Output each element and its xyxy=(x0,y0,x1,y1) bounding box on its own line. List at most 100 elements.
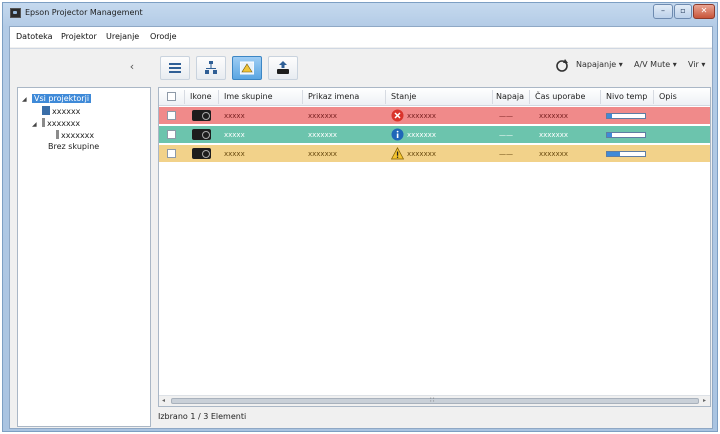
collapse-panel-button[interactable]: ‹ xyxy=(122,60,142,74)
column-separator xyxy=(218,90,219,104)
menu-divider xyxy=(10,48,712,49)
projector-icon xyxy=(192,148,211,159)
projector-icon xyxy=(192,129,211,140)
scroll-grip-icon: ∷ xyxy=(430,396,435,404)
cell-display-name: xxxxxxx xyxy=(308,131,337,139)
column-header-prikaz-imena[interactable]: Prikaz imena xyxy=(308,92,359,101)
cell-power: —— xyxy=(499,150,513,158)
cell-display-name: xxxxxxx xyxy=(308,150,337,158)
warning-icon xyxy=(391,147,404,160)
menu-urejanje[interactable]: Urejanje xyxy=(106,32,139,41)
row-checkbox[interactable] xyxy=(167,111,176,120)
minimize-button[interactable]: – xyxy=(653,4,673,19)
minimize-icon: – xyxy=(661,6,665,15)
warning-view-icon xyxy=(240,61,254,75)
maximize-icon: ▫ xyxy=(680,6,686,15)
column-header-ime-skupine[interactable]: Ime skupine xyxy=(224,92,273,101)
tree-item-label: xxxxxxx xyxy=(47,119,81,128)
power-dropdown[interactable]: Napajanje ▾ xyxy=(576,60,623,69)
maximize-button[interactable]: ▫ xyxy=(674,4,692,19)
table-row[interactable]: xxxxx xxxxxxx xxxxxxx —— xxxxxxx xyxy=(159,107,710,125)
temperature-level-bar xyxy=(606,113,646,119)
column-separator xyxy=(302,90,303,104)
temperature-level-bar xyxy=(606,132,646,138)
column-separator xyxy=(385,90,386,104)
cell-power: —— xyxy=(499,112,513,120)
projector-group-icon xyxy=(42,118,45,127)
tree-item-label: Brez skupine xyxy=(48,142,100,151)
tree-item-all-projectors[interactable]: ◢ Vsi projektorji xyxy=(22,94,92,106)
group-icon xyxy=(42,106,50,115)
temperature-level-fill xyxy=(607,133,612,137)
column-separator xyxy=(653,90,654,104)
refresh-icon[interactable] xyxy=(553,57,571,75)
menu-orodje[interactable]: Orodje xyxy=(150,32,177,41)
column-header-napaja[interactable]: Napaja xyxy=(496,92,524,101)
cell-usage-time: xxxxxxx xyxy=(539,131,568,139)
tree-item-projector[interactable]: xxxxxxx xyxy=(56,130,94,142)
close-button[interactable]: ✕ xyxy=(693,4,715,19)
tree-item-group[interactable]: ◢ xxxxxxx xyxy=(32,118,80,130)
table-row[interactable]: xxxxx xxxxxxx xxxxxxx —— xxxxxxx xyxy=(159,126,710,144)
column-header-stanje[interactable]: Stanje xyxy=(391,92,416,101)
temperature-level-fill xyxy=(607,114,612,118)
column-separator xyxy=(184,90,185,104)
expand-toggle[interactable]: ◢ xyxy=(32,121,42,128)
upload-projector-icon xyxy=(277,61,289,74)
tab-upload-projector[interactable] xyxy=(268,56,298,80)
tab-network-view[interactable] xyxy=(196,56,226,80)
info-icon xyxy=(391,128,404,141)
tree-item-label: xxxxxxx xyxy=(61,131,95,140)
column-separator xyxy=(492,90,493,104)
toolbar: ‹ Napajanje ▾ A/V Mute ▾ Vir ▾ xyxy=(10,54,712,84)
tree-item-no-group[interactable]: Brez skupine xyxy=(48,142,99,154)
scroll-right-arrow[interactable]: ▸ xyxy=(703,397,706,404)
cell-status: xxxxxxx xyxy=(407,150,436,158)
temperature-level-fill xyxy=(607,152,621,156)
network-view-icon xyxy=(205,61,217,74)
column-header-nivo-temp[interactable]: Nivo temp xyxy=(606,92,647,101)
temperature-level-bar xyxy=(606,151,646,157)
close-icon: ✕ xyxy=(700,6,708,15)
column-header-ikone[interactable]: Ikone xyxy=(190,92,212,101)
projector-group-icon xyxy=(56,130,59,139)
status-bar-text: Izbrano 1 / 3 Elementi xyxy=(158,412,247,421)
column-separator xyxy=(600,90,601,104)
cell-status: xxxxxxx xyxy=(407,112,436,120)
source-dropdown[interactable]: Vir ▾ xyxy=(688,60,705,69)
expand-toggle[interactable]: ◢ xyxy=(22,96,32,103)
scrollbar-thumb[interactable]: ∷ xyxy=(171,396,699,404)
table-header: Ikone Ime skupine Prikaz imena Stanje Na… xyxy=(159,88,710,106)
column-separator xyxy=(529,90,530,104)
cell-usage-time: xxxxxxx xyxy=(539,150,568,158)
scroll-left-arrow[interactable]: ◂ xyxy=(162,397,165,404)
cell-group-name: xxxxx xyxy=(224,112,245,120)
column-header-opis[interactable]: Opis xyxy=(659,92,677,101)
client-area: Datoteka Projektor Urejanje Orodje ‹ Nap… xyxy=(9,26,713,429)
column-header-cas-uporabe[interactable]: Čas uporabe xyxy=(535,92,585,101)
av-mute-dropdown[interactable]: A/V Mute ▾ xyxy=(634,60,677,69)
tab-warning-view[interactable] xyxy=(232,56,262,80)
tab-list-view[interactable] xyxy=(160,56,190,80)
cell-group-name: xxxxx xyxy=(224,131,245,139)
cell-usage-time: xxxxxxx xyxy=(539,112,568,120)
cell-display-name: xxxxxxx xyxy=(308,112,337,120)
horizontal-scrollbar[interactable]: ◂ ∷ ▸ xyxy=(159,395,710,406)
projector-icon xyxy=(192,110,211,121)
menu-projektor[interactable]: Projektor xyxy=(61,32,97,41)
table-row[interactable]: xxxxx xxxxxxx xxxxxxx —— xxxxxxx xyxy=(159,145,710,163)
tree-item-label: xxxxxx xyxy=(52,107,81,116)
app-window: Epson Projector Management – ▫ ✕ Datotek… xyxy=(2,2,718,432)
row-checkbox[interactable] xyxy=(167,130,176,139)
title-bar: Epson Projector Management – ▫ ✕ xyxy=(3,3,717,25)
row-checkbox[interactable] xyxy=(167,149,176,158)
cell-status: xxxxxxx xyxy=(407,131,436,139)
list-view-icon xyxy=(169,63,181,73)
cell-power: —— xyxy=(499,131,513,139)
projector-table: Ikone Ime skupine Prikaz imena Stanje Na… xyxy=(158,87,711,407)
app-icon xyxy=(10,8,21,18)
error-icon xyxy=(391,109,404,122)
menu-datoteka[interactable]: Datoteka xyxy=(16,32,53,41)
select-all-checkbox[interactable] xyxy=(167,92,176,101)
tree-item-group[interactable]: xxxxxx xyxy=(42,106,80,118)
